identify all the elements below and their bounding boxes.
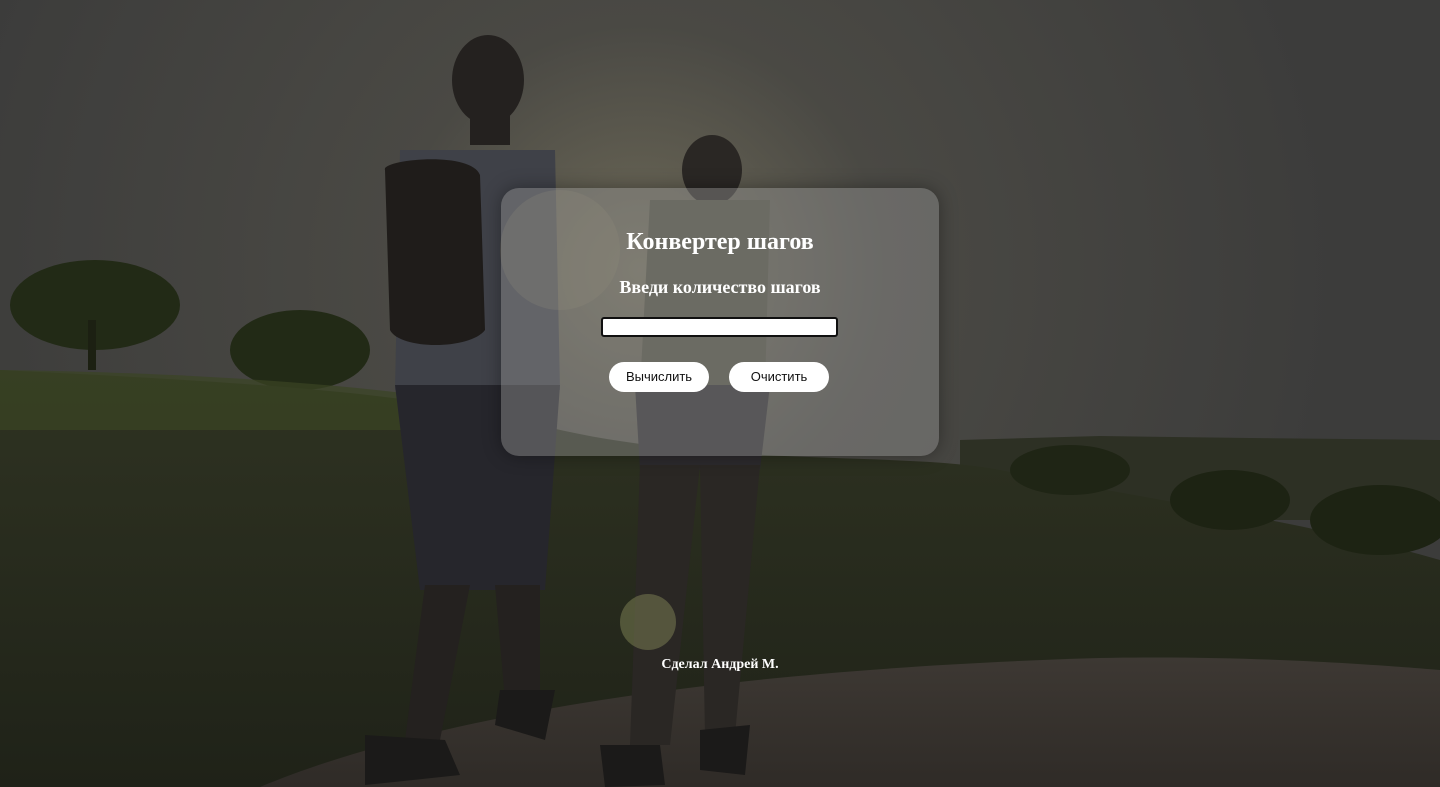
steps-prompt-label: Введи количество шагов	[619, 277, 821, 297]
page-title: Конвертер шагов	[626, 229, 814, 255]
author-credit: Сделал Андрей М.	[661, 657, 779, 672]
clear-button[interactable]: Очистить	[729, 362, 829, 392]
converter-card: Конвертер шагов Введи количество шагов В…	[501, 188, 939, 456]
page: Конвертер шагов Введи количество шагов В…	[0, 0, 1440, 787]
calculate-button[interactable]: Вычислить	[609, 362, 709, 392]
steps-input[interactable]	[601, 317, 838, 337]
